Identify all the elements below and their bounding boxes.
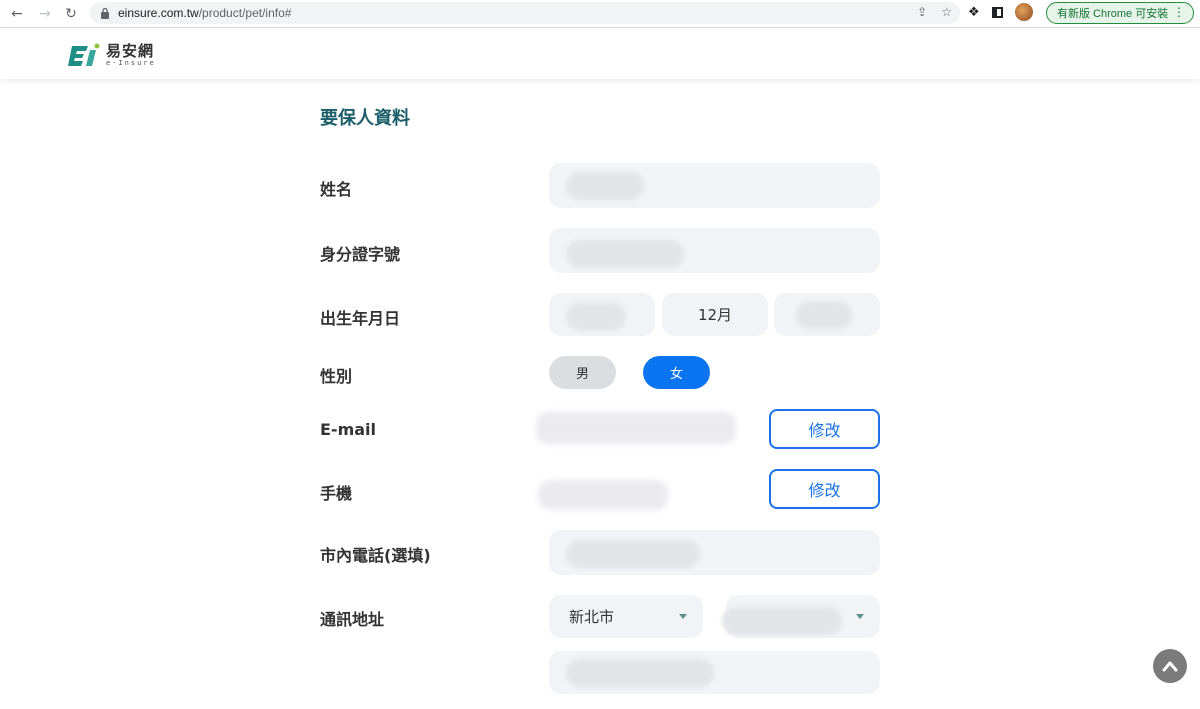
landline-field[interactable] bbox=[549, 530, 880, 575]
share-icon[interactable]: ⇪ bbox=[917, 5, 927, 19]
gender-female-button[interactable]: 女 bbox=[643, 356, 710, 389]
url-host: einsure.com.tw bbox=[118, 6, 199, 20]
chevron-down-icon bbox=[679, 614, 687, 619]
name-field[interactable] bbox=[549, 163, 880, 208]
redacted-value bbox=[722, 607, 842, 635]
address-bar[interactable]: einsure.com.tw/product/pet/info# ⇪ ☆ bbox=[90, 2, 960, 24]
redacted-value bbox=[566, 240, 684, 268]
back-icon[interactable]: ← bbox=[6, 3, 28, 25]
bookmark-star-icon[interactable]: ☆ bbox=[941, 5, 952, 19]
chrome-update-button[interactable]: 有新版 Chrome 可安裝 ⋮ bbox=[1046, 2, 1194, 24]
logo-english-text: e-Insure bbox=[106, 59, 156, 67]
edit-mobile-button[interactable]: 修改 bbox=[769, 469, 880, 509]
redacted-mobile bbox=[538, 480, 668, 510]
address-detail-field[interactable] bbox=[549, 651, 880, 694]
city-select[interactable]: 新北市 bbox=[549, 595, 703, 638]
id-number-field[interactable] bbox=[549, 228, 880, 273]
redacted-value bbox=[796, 301, 852, 329]
redacted-value bbox=[566, 540, 700, 568]
redacted-value bbox=[566, 659, 714, 687]
mobile-label: 手機 bbox=[320, 484, 353, 503]
redacted-value bbox=[566, 303, 626, 331]
name-label: 姓名 bbox=[320, 180, 353, 199]
district-select[interactable] bbox=[722, 595, 880, 638]
lock-icon bbox=[101, 7, 109, 19]
scroll-to-top-button[interactable] bbox=[1153, 649, 1187, 683]
chevron-down-icon bbox=[856, 614, 864, 619]
redacted-email bbox=[536, 412, 736, 444]
id-number-label: 身分證字號 bbox=[320, 245, 401, 264]
redacted-value bbox=[566, 172, 644, 200]
site-logo[interactable]: 易安網 e-Insure bbox=[68, 42, 156, 68]
site-header: 易安網 e-Insure bbox=[0, 29, 1200, 79]
einsure-logo-icon bbox=[68, 43, 100, 66]
reload-icon[interactable]: ↻ bbox=[60, 3, 82, 25]
email-label: E-mail bbox=[320, 420, 377, 439]
gender-male-button[interactable]: 男 bbox=[549, 356, 616, 389]
url-text: einsure.com.tw/product/pet/info# bbox=[118, 6, 291, 20]
menu-kebab-icon[interactable]: ⋮ bbox=[1173, 5, 1185, 19]
address-label: 通訊地址 bbox=[320, 610, 385, 629]
birthdate-label: 出生年月日 bbox=[320, 309, 401, 328]
logo-chinese-text: 易安網 bbox=[106, 42, 155, 60]
birth-month-value: 12月 bbox=[697, 306, 733, 324]
install-label: 有新版 Chrome 可安裝 bbox=[1057, 8, 1169, 20]
chevron-up-icon bbox=[1162, 661, 1178, 672]
url-path: /product/pet/info# bbox=[198, 6, 292, 20]
side-panel-icon[interactable] bbox=[991, 6, 1003, 18]
section-title: 要保人資料 bbox=[320, 108, 410, 129]
gender-label: 性別 bbox=[320, 367, 353, 386]
landline-label: 市內電話(選填) bbox=[320, 546, 431, 565]
edit-email-button[interactable]: 修改 bbox=[769, 409, 880, 449]
birth-year-field[interactable] bbox=[549, 293, 655, 336]
birth-day-field[interactable] bbox=[774, 293, 880, 336]
extensions-puzzle-icon[interactable]: ❖ bbox=[968, 5, 980, 20]
birth-month-field[interactable]: 12月 bbox=[662, 293, 768, 336]
browser-toolbar: ← → ↻ einsure.com.tw/product/pet/info# ⇪… bbox=[0, 0, 1200, 28]
profile-avatar[interactable] bbox=[1014, 3, 1033, 21]
forward-icon[interactable]: → bbox=[34, 3, 56, 25]
